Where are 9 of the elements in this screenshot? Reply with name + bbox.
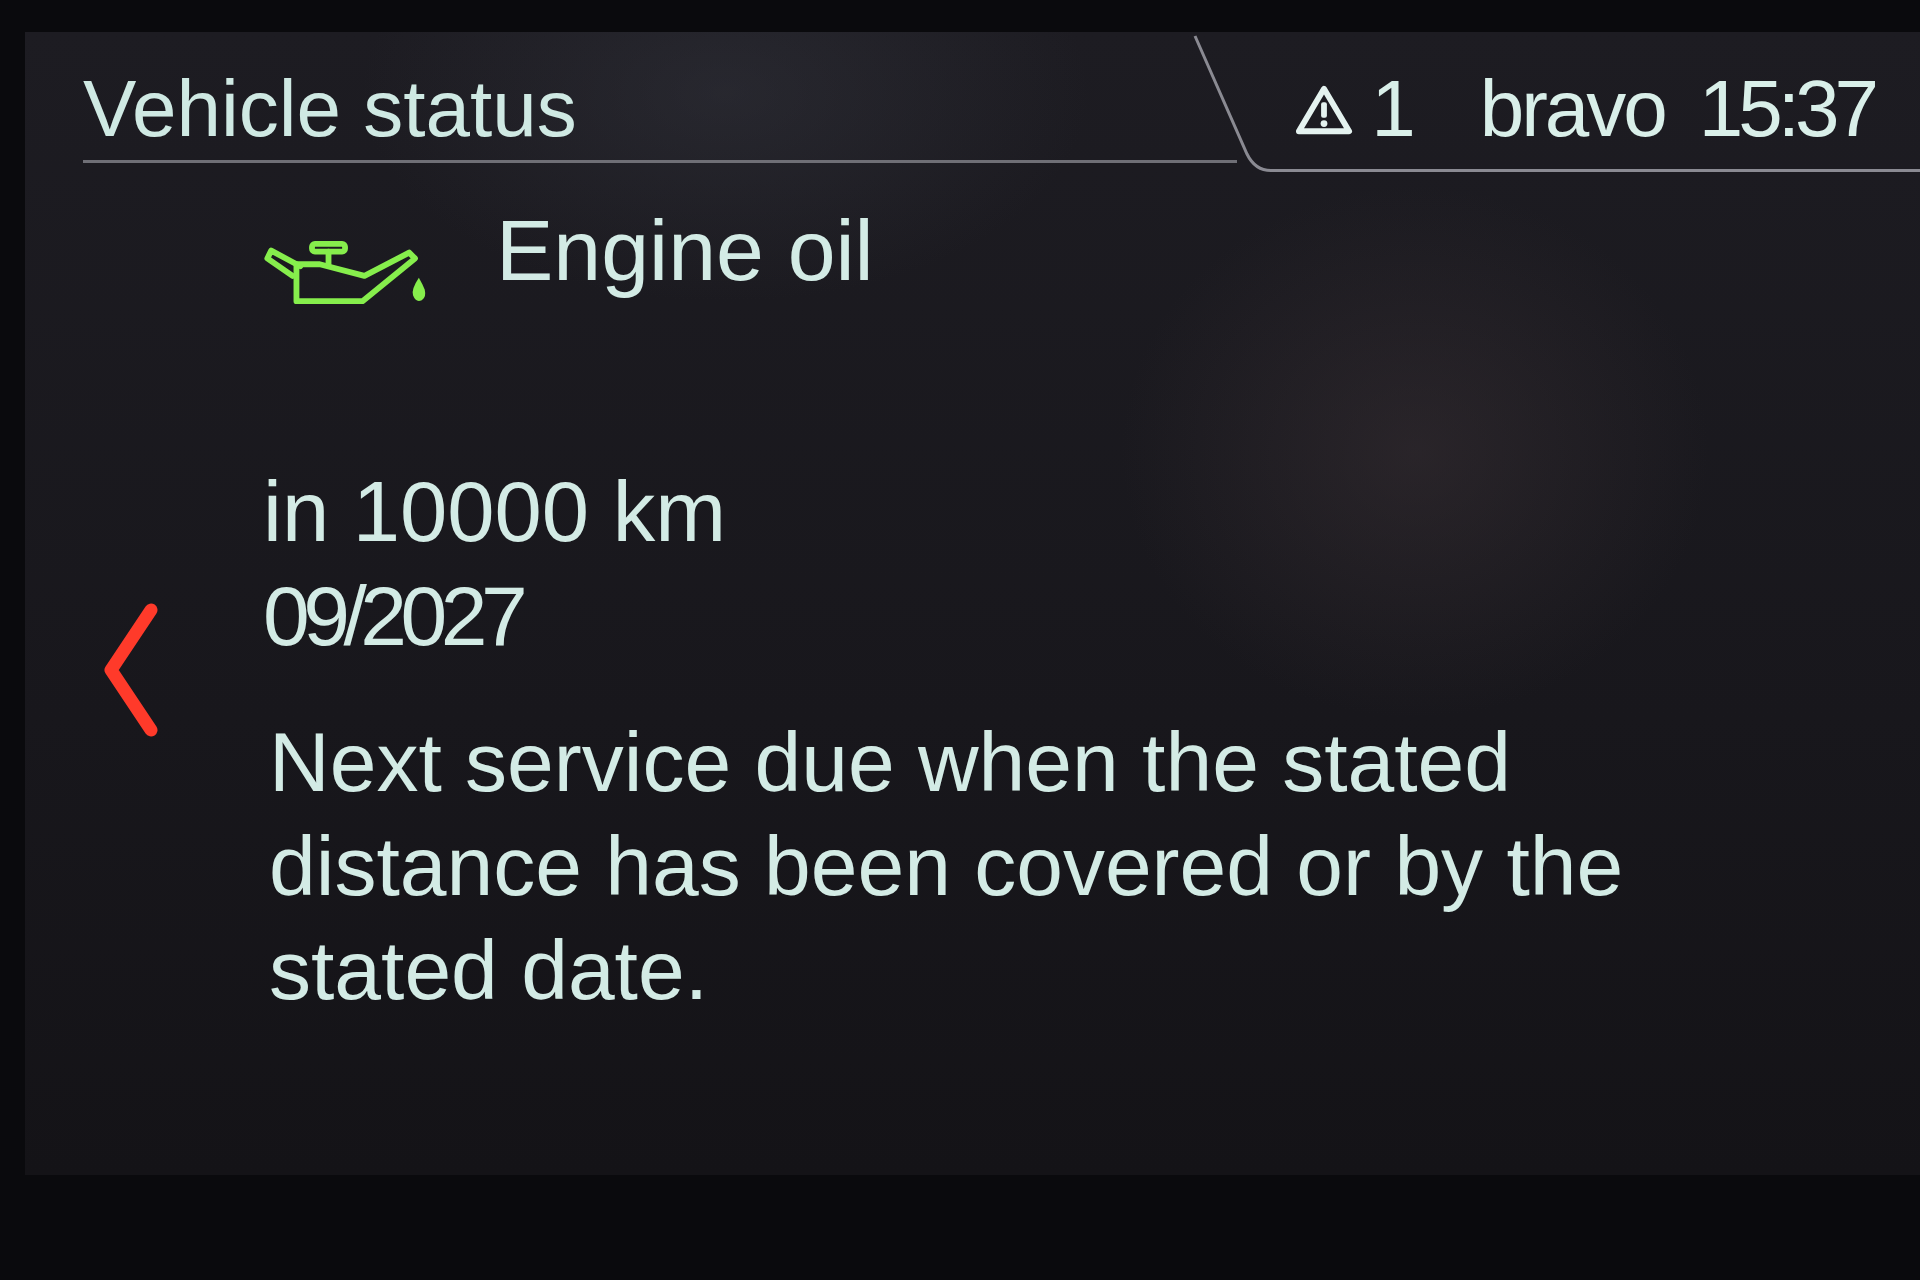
item-title: Engine oil [496,201,874,300]
clock-time: 15:37 [1698,63,1874,155]
profile-name: bravo [1479,63,1665,155]
remaining-distance: in 10000 km [263,463,727,561]
warning-icon [1295,84,1354,136]
due-date: 09/2027 [263,567,522,665]
description-text: Next service due when the stated distance has been covered or by the stated date. [269,714,1625,1020]
warning-count: 1 [1371,63,1414,155]
screen-title: Vehicle status [83,63,577,155]
